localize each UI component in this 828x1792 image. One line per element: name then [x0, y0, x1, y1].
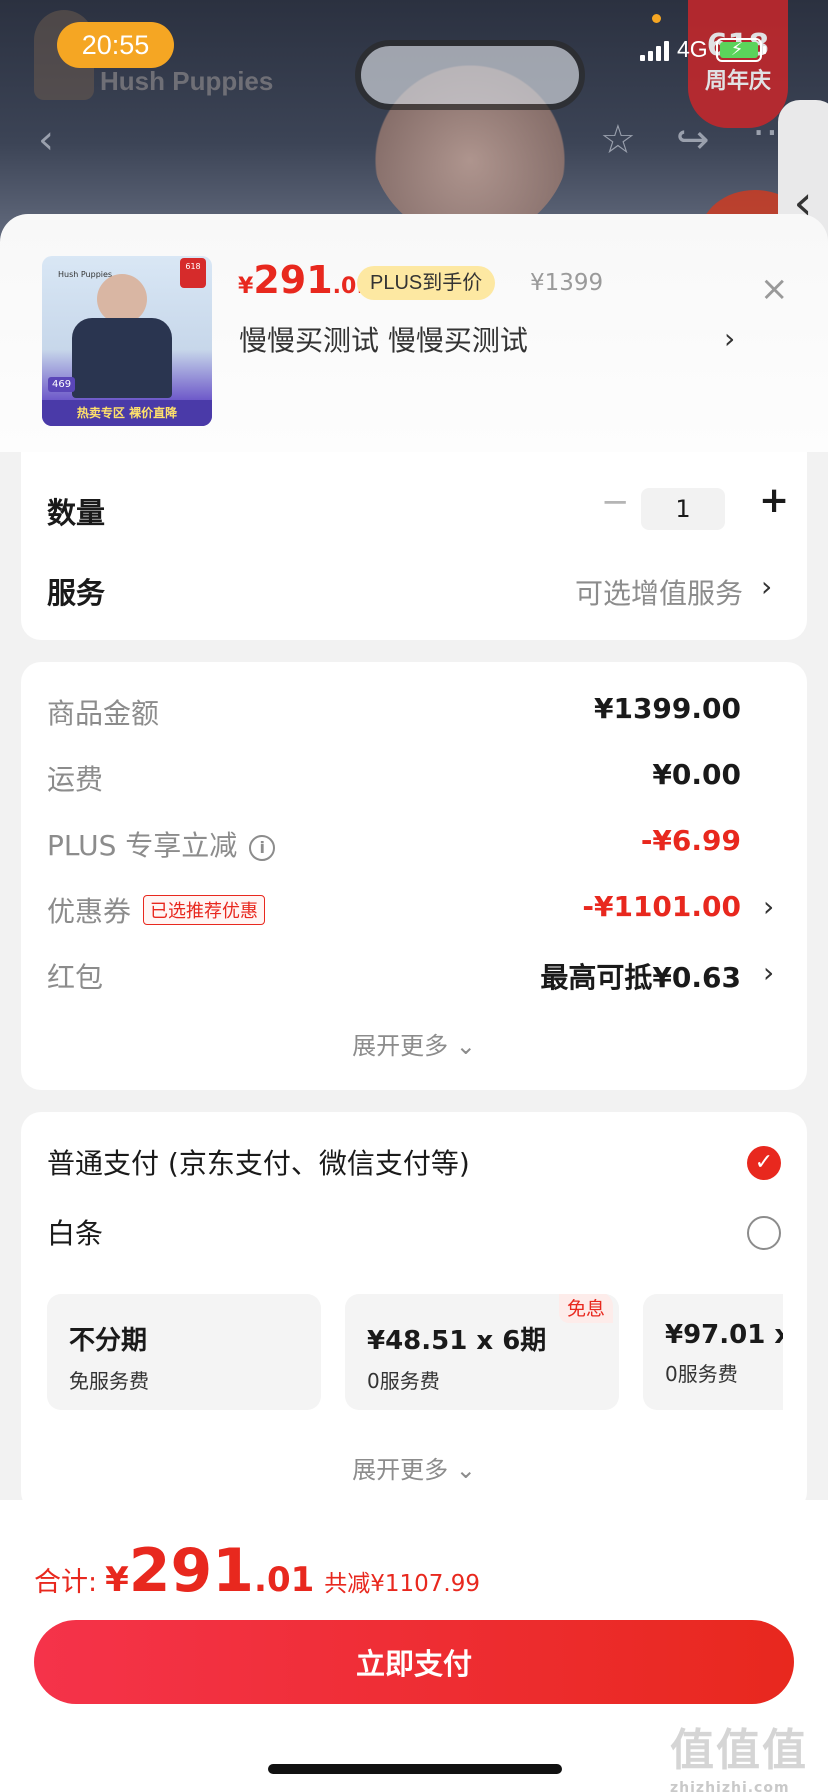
quantity-service-card: 数量 − 1 + 服务 可选增值服务 ›: [21, 452, 807, 640]
payment-baitiao-label[interactable]: 白条: [47, 1212, 103, 1252]
brand-logo: Hush Puppies: [100, 66, 274, 96]
fee-label-goods: 商品金额: [47, 697, 160, 730]
fee-value-shipping: ¥0.00: [652, 758, 741, 791]
total-decimal: .01: [254, 1560, 315, 1600]
network-type: 4G: [677, 36, 708, 62]
original-price: ¥1399: [530, 270, 604, 296]
fee-label-red-packet: 红包: [47, 961, 104, 994]
expand-more-payment[interactable]: 展开更多 ⌄: [21, 1450, 807, 1485]
home-indicator[interactable]: [268, 1764, 562, 1774]
product-thumbnail[interactable]: Hush Puppies 618 469 热卖专区 裸价直降: [42, 256, 212, 426]
back-icon[interactable]: ‹: [38, 120, 54, 160]
service-label: 服务: [47, 576, 106, 610]
chevron-right-icon[interactable]: ›: [763, 890, 774, 923]
fee-value-red-packet[interactable]: 最高可抵¥0.63: [540, 956, 741, 996]
installment-option-12[interactable]: ¥97.01 x 0服务费: [643, 1294, 783, 1410]
selected-variant[interactable]: 慢慢买测试 慢慢买测试: [239, 319, 528, 359]
quantity-plus-button[interactable]: +: [759, 480, 789, 521]
payment-normal-label[interactable]: 普通支付 (京东支付、微信支付等): [47, 1142, 470, 1182]
quantity-minus-button[interactable]: −: [601, 482, 630, 522]
thumb-model-face: [97, 274, 147, 324]
payment-normal-radio-checked[interactable]: ✓: [747, 1146, 781, 1180]
thumb-banner: 热卖专区 裸价直降: [42, 400, 212, 426]
fee-label-plus-discount: PLUS 专享立减 i: [47, 824, 276, 864]
chevron-right-icon[interactable]: ›: [763, 956, 774, 989]
privacy-indicator: [652, 14, 661, 23]
sheet-price: ¥ 291 .01: [238, 258, 372, 302]
fee-breakdown-card: 商品金额 ¥1399.00 运费 ¥0.00 PLUS 专享立减 i -¥6.99…: [21, 662, 807, 1090]
interest-free-tag: 免息: [558, 1294, 613, 1323]
purchase-sheet-header: Hush Puppies 618 469 热卖专区 裸价直降 ¥ 291 .01…: [0, 214, 828, 452]
fee-value-coupon[interactable]: -¥1101.00: [582, 890, 741, 923]
fee-value-plus-discount: -¥6.99: [640, 824, 741, 857]
installment-options: 不分期 免服务费 免息 ¥48.51 x 6期 0服务费 ¥97.01 x 0服…: [47, 1294, 783, 1410]
total-savings: 共减¥1107.99: [324, 1571, 481, 1597]
price-symbol: ¥: [238, 274, 254, 299]
installment-option-none[interactable]: 不分期 免服务费: [47, 1294, 321, 1410]
thumb-price: 469: [48, 377, 76, 392]
share-icon[interactable]: ↪: [676, 120, 710, 160]
installment-title: ¥48.51 x 6期: [367, 1326, 547, 1356]
star-icon[interactable]: ☆: [600, 120, 636, 160]
expand-more-fees[interactable]: 展开更多 ⌄: [21, 1026, 807, 1061]
product-photo-goggles: [355, 40, 585, 110]
installment-sub: 免服务费: [69, 1369, 149, 1393]
total-symbol: ¥: [105, 1560, 129, 1600]
fee-label-shipping: 运费: [47, 763, 104, 796]
coupon-text: 优惠券: [47, 895, 132, 928]
plus-price-badge: PLUS到手价: [357, 266, 496, 300]
close-icon[interactable]: ×: [760, 272, 789, 306]
pay-now-button[interactable]: 立即支付: [34, 1620, 794, 1704]
fee-value-goods: ¥1399.00: [593, 692, 741, 725]
quantity-label: 数量: [47, 496, 106, 530]
chevron-right-icon[interactable]: ›: [724, 322, 735, 355]
total-integer: 291: [128, 1536, 255, 1606]
checkout-footer: 合计: ¥ 291 .01 共减¥1107.99 立即支付 值值值 zhizhiz…: [0, 1500, 828, 1792]
thumb-618-badge: 618: [180, 258, 206, 288]
thumb-brand: Hush Puppies: [58, 270, 113, 279]
installment-title: 不分期: [69, 1326, 148, 1356]
installment-title: ¥97.01 x: [665, 1320, 783, 1350]
total-label: 合计:: [34, 1567, 98, 1598]
service-option[interactable]: 可选增值服务: [575, 572, 743, 612]
chevron-right-icon[interactable]: ›: [761, 570, 772, 603]
installment-option-6[interactable]: 免息 ¥48.51 x 6期 0服务费: [345, 1294, 619, 1410]
info-icon[interactable]: i: [249, 835, 276, 861]
watermark: 值值值 zhizhizhi.com: [670, 1725, 808, 1792]
price-integer: 291: [253, 258, 333, 302]
payment-baitiao-radio[interactable]: [747, 1216, 781, 1250]
coupon-recommended-tag: 已选推荐优惠: [143, 895, 266, 925]
thumb-model-coat: [72, 318, 172, 398]
battery-icon: ⚡: [715, 37, 766, 62]
signal-icon: [640, 39, 669, 61]
fee-label-coupon[interactable]: 优惠券 已选推荐优惠: [47, 890, 266, 930]
status-time: 20:55: [57, 22, 174, 68]
quantity-input[interactable]: 1: [641, 488, 725, 530]
installment-sub: 0服务费: [367, 1369, 440, 1393]
plus-discount-text: PLUS 专享立减: [47, 829, 238, 862]
status-icons: 4G ⚡: [640, 36, 766, 63]
installment-sub: 0服务费: [665, 1362, 738, 1386]
order-total: 合计: ¥ 291 .01 共减¥1107.99: [34, 1536, 480, 1606]
payment-method-card: 普通支付 (京东支付、微信支付等) ✓ 白条 不分期 免服务费 免息 ¥48.5…: [21, 1112, 807, 1512]
